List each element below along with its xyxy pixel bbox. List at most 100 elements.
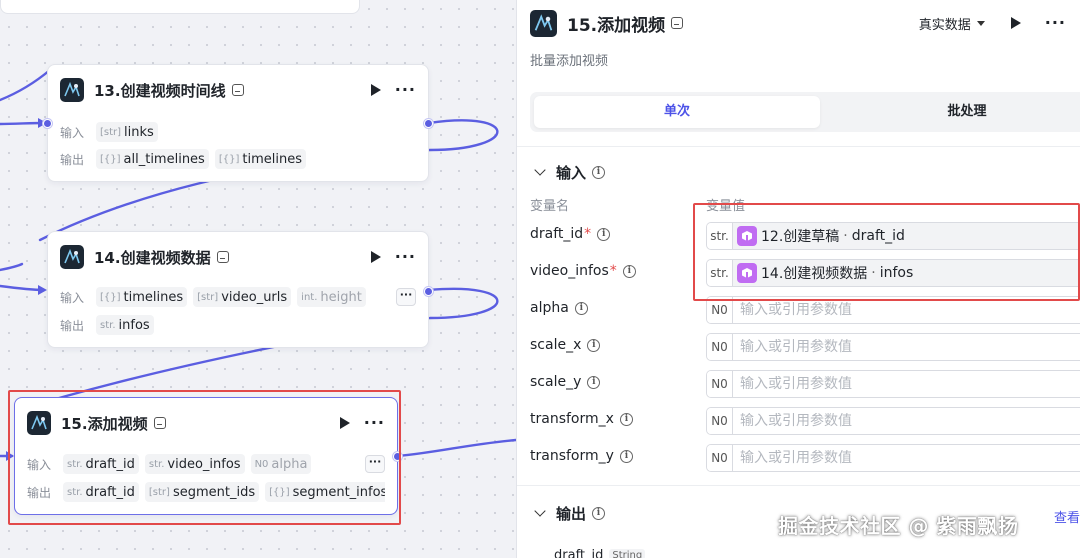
tab-batch[interactable]: 批处理	[822, 96, 1080, 128]
panel-header: 15.添加视频 真实数据 ···	[530, 8, 1080, 38]
chip-name: height	[320, 289, 362, 305]
type-tag: N0	[707, 371, 733, 397]
edge-arrow	[38, 285, 47, 295]
reference-pill[interactable]: 12.创建草稿 · draft_id	[737, 226, 905, 246]
output-chip-infos: str. infos	[96, 315, 154, 335]
input-row: 输入 str. draft_id str. video_infos N0 alpha …	[27, 453, 385, 475]
input-port[interactable]	[43, 119, 52, 128]
type-tag: str.	[707, 260, 733, 286]
code-icon	[671, 17, 684, 29]
chip-name: links	[124, 124, 154, 140]
param-value-field[interactable]: N0	[706, 370, 1080, 398]
param-input[interactable]	[740, 413, 1040, 429]
param-value-field[interactable]: str. 12.创建草稿 · draft_id	[706, 222, 1080, 250]
more-icon[interactable]: ···	[1045, 15, 1066, 31]
info-icon[interactable]: i	[574, 301, 588, 315]
output-label: 输出	[27, 485, 52, 500]
param-value-field[interactable]: N0	[706, 444, 1080, 472]
run-button[interactable]	[339, 417, 350, 429]
param-name: scale_y i	[530, 374, 601, 390]
output-row: 输出 [{}] all_timelines [{}] timelines	[60, 148, 416, 170]
info-icon[interactable]: i	[592, 165, 606, 179]
previous-node-stub[interactable]	[0, 0, 360, 14]
run-button[interactable]	[370, 84, 381, 96]
output-section-header[interactable]: 输出 i	[530, 501, 606, 525]
param-value-field[interactable]: str. 14.创建视频数据 · infos	[706, 259, 1080, 287]
tab-single[interactable]: 单次	[534, 96, 820, 128]
info-icon[interactable]: i	[587, 375, 601, 389]
output-port[interactable]	[393, 452, 402, 461]
input-chip-video-urls: [str] video_urls	[193, 287, 292, 307]
chip-name: alpha	[271, 456, 308, 472]
type-tag: N0	[707, 334, 733, 360]
more-inputs-button[interactable]: ···	[365, 455, 385, 473]
run-button[interactable]	[370, 251, 381, 263]
column-label-name: 变量名	[530, 199, 570, 214]
input-section-header[interactable]: 输入 i	[530, 160, 606, 184]
reference-pill[interactable]: 14.创建视频数据 · infos	[737, 263, 913, 283]
edge	[0, 121, 46, 126]
ref-field: draft_id	[851, 228, 905, 244]
more-icon[interactable]: ···	[395, 82, 416, 98]
input-chip-alpha: N0 alpha	[250, 454, 312, 474]
output-port[interactable]	[424, 119, 433, 128]
info-icon[interactable]: i	[619, 449, 633, 463]
input-row: 输入 [{}] timelines [str] video_urls int. hei…	[60, 286, 416, 308]
ref-field: infos	[879, 265, 914, 281]
chip-name: segment_ids	[172, 484, 256, 500]
type-tag: str.	[707, 223, 733, 249]
chip-name: timelines	[242, 151, 302, 167]
param-input[interactable]	[740, 376, 1040, 392]
run-button[interactable]	[1010, 17, 1021, 29]
param-value-field[interactable]: N0	[706, 407, 1080, 435]
param-label: scale_y	[530, 374, 582, 390]
info-icon[interactable]: i	[619, 412, 633, 426]
data-mode-select[interactable]: 真实数据	[919, 14, 985, 33]
chevron-down-icon	[534, 164, 546, 176]
param-label: transform_x	[530, 411, 614, 427]
node-settings-panel: 15.添加视频 真实数据 ··· 批量添加视频 单次 批处理 输入 i 变量名 …	[516, 0, 1080, 558]
output-chip-draft-id: str. draft_id	[63, 482, 139, 502]
edge	[396, 438, 516, 458]
view-link[interactable]: 查看	[1054, 507, 1080, 526]
chip-name: timelines	[123, 289, 184, 305]
input-chip-timelines: [{}] timelines	[96, 287, 188, 307]
node-15[interactable]: 15.添加视频 ··· 输入 str. draft_id str. video_in…	[14, 397, 402, 515]
param-row-transform-y: transform_y i N0	[530, 444, 1080, 472]
section-title: 输入	[556, 163, 587, 182]
type-tag: N0	[254, 458, 269, 470]
caret-down-icon	[976, 20, 985, 26]
chip-name: draft_id	[85, 456, 135, 472]
edge	[0, 284, 46, 292]
input-chip-links: [str] links	[96, 122, 158, 142]
param-name: transform_y i	[530, 448, 633, 464]
info-icon[interactable]: i	[587, 338, 601, 352]
type-tag: str.	[67, 458, 83, 470]
required-mark: *	[609, 263, 617, 279]
chip-name: segment_infos	[292, 484, 385, 500]
more-icon[interactable]: ···	[395, 249, 416, 265]
more-inputs-button[interactable]: ···	[396, 288, 416, 306]
param-value-field[interactable]: N0	[706, 333, 1080, 361]
output-port[interactable]	[424, 287, 433, 296]
node-header: 13.创建视频时间线 ···	[60, 77, 416, 103]
output-row: 输出 str. infos	[60, 314, 416, 336]
info-icon[interactable]: i	[592, 506, 606, 520]
watermark: 掘金技术社区 @ 紫雨飘扬	[778, 514, 1019, 538]
param-value-field[interactable]: N0	[706, 296, 1080, 324]
param-input[interactable]	[740, 339, 1040, 355]
more-icon[interactable]: ···	[364, 415, 385, 431]
input-label: 输入	[27, 457, 52, 472]
node-13[interactable]: 13.创建视频时间线 ··· 输入 [str] links 输出 [{}] all_…	[43, 64, 433, 182]
node-14[interactable]: 14.创建视频数据 ··· 输入 [{}] timelines [str] vide…	[47, 231, 433, 348]
edge	[0, 68, 52, 102]
info-icon[interactable]: i	[597, 227, 611, 241]
workflow-canvas[interactable]: 13.创建视频时间线 ··· 输入 [str] links 输出 [{}] all_…	[0, 0, 516, 558]
output-chip-segment-ids: [str] segment_ids	[144, 482, 260, 502]
ref-node: 14.创建视频数据	[761, 266, 868, 282]
output-name: draft_id	[554, 548, 604, 558]
plugin-icon	[60, 245, 84, 269]
param-input[interactable]	[740, 450, 1040, 466]
info-icon[interactable]: i	[622, 264, 636, 278]
param-input[interactable]	[740, 302, 1040, 318]
